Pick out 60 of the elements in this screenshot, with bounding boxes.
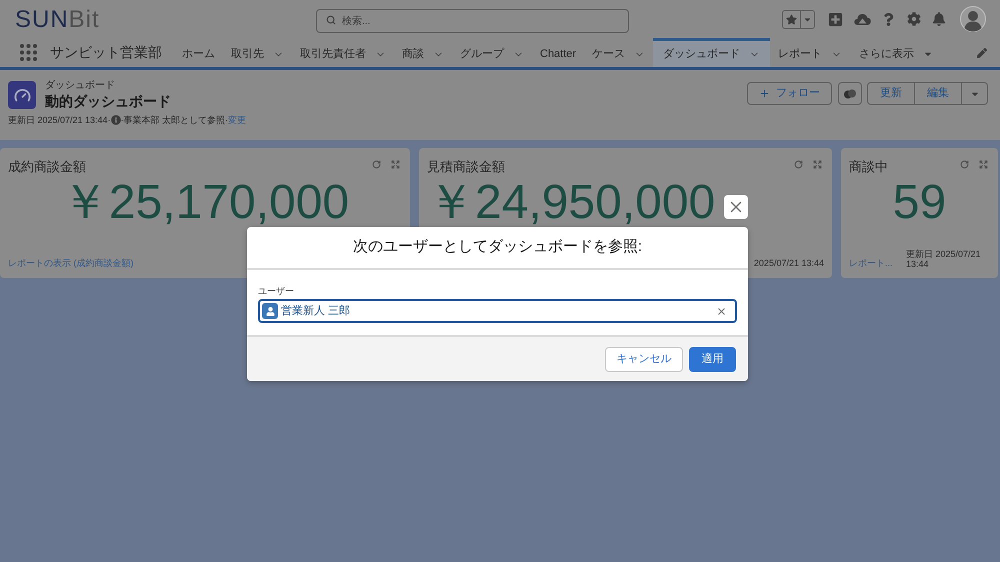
subscribe-button[interactable] xyxy=(838,82,862,105)
follow-button[interactable]: フォロー xyxy=(747,82,832,105)
refresh-icon[interactable] xyxy=(794,160,803,169)
info-icon[interactable] xyxy=(110,115,121,125)
card-title: 商談中 xyxy=(849,158,888,176)
search-icon xyxy=(326,14,336,24)
nav-tab[interactable]: ダッシュボード xyxy=(653,38,770,67)
expand-icon[interactable] xyxy=(979,160,988,169)
nav-tab[interactable]: Chatter xyxy=(532,38,584,67)
refresh-button[interactable]: 更新 xyxy=(867,82,915,105)
plus-icon[interactable] xyxy=(828,12,843,26)
user-icon xyxy=(262,303,278,319)
bubbles-icon xyxy=(844,88,856,98)
refresh-icon[interactable] xyxy=(960,160,969,169)
field-label: ユーザー xyxy=(258,286,294,297)
updated-time: 更新日 2025/07/21 13:44· xyxy=(8,114,111,126)
metric-value: 59 xyxy=(892,180,946,226)
nav-tab[interactable]: 取引先 xyxy=(223,38,292,67)
metric-value: ￥25,170,000 xyxy=(60,180,350,226)
modal-title: 次のユーザーとしてダッシュボードを参照: xyxy=(352,237,642,258)
user-lookup-field[interactable]: 営業新人 三郎 xyxy=(258,299,737,323)
nav-tab[interactable]: レポート xyxy=(770,38,850,67)
settings-icon[interactable] xyxy=(907,12,921,26)
close-button[interactable] xyxy=(724,195,748,219)
card-title: 見積商談金額 xyxy=(427,158,505,176)
expand-icon[interactable] xyxy=(391,160,400,169)
record-type-label: ダッシュボード xyxy=(45,80,116,92)
apply-button[interactable]: 適用 xyxy=(689,346,736,372)
help-icon[interactable] xyxy=(882,12,895,26)
refresh-icon[interactable] xyxy=(372,160,381,169)
nav-tab[interactable]: 取引先責任者 xyxy=(292,38,394,67)
card-title: 成約商談金額 xyxy=(8,158,86,176)
pencil-icon[interactable] xyxy=(977,48,987,58)
app-name: サンビット営業部 xyxy=(50,43,162,62)
app-launcher-icon[interactable] xyxy=(20,44,37,61)
nav-tab[interactable]: ケース xyxy=(584,38,654,67)
selected-user-name: 営業新人 三郎 xyxy=(281,304,350,319)
bell-icon[interactable] xyxy=(932,12,946,26)
star-icon[interactable] xyxy=(786,14,797,24)
edit-button[interactable]: 編集 xyxy=(915,82,962,105)
updated-time: 更新日 2025/07/21 13:44 xyxy=(906,249,982,269)
favorites-button-group[interactable] xyxy=(782,10,815,28)
dashboard-title: 動的ダッシュボード xyxy=(45,92,171,110)
more-tab[interactable]: さらに表示 xyxy=(850,38,942,67)
nav-tab[interactable]: 商談 xyxy=(394,38,452,67)
cloud-mountain-icon[interactable] xyxy=(854,12,871,26)
brand-logo[interactable]: SUNBit xyxy=(15,6,100,32)
expand-icon[interactable] xyxy=(813,160,822,169)
user-avatar[interactable] xyxy=(960,6,986,32)
nav-tab[interactable]: グループ xyxy=(452,38,532,67)
dashboard-icon xyxy=(8,81,36,109)
cancel-button[interactable]: キャンセル xyxy=(605,346,683,372)
plus-icon xyxy=(759,88,770,99)
nav-tab[interactable]: ホーム xyxy=(174,38,223,67)
clear-icon[interactable] xyxy=(716,306,727,316)
search-field[interactable]: 検索... xyxy=(316,9,629,33)
more-actions-button[interactable] xyxy=(962,82,988,105)
metric-value: ￥24,950,000 xyxy=(427,180,716,226)
updated-time: 2025/07/21 13:44 xyxy=(754,258,824,269)
viewing-as-text: ·事業本部 太郎として参照· xyxy=(120,114,228,126)
